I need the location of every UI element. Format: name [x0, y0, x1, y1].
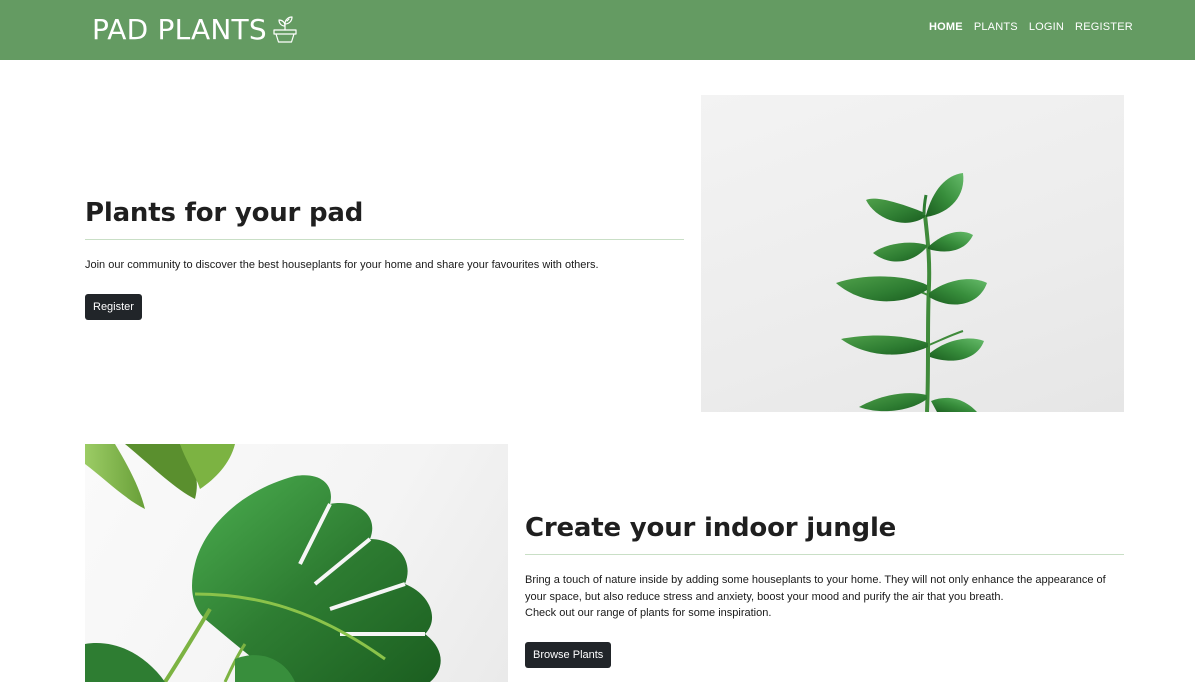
- hero-title: Plants for your pad: [85, 198, 364, 228]
- rubber-plant-photo: [701, 95, 1124, 412]
- navbar: PAD PLANTS HOME PLANTS LOGIN REGISTER: [0, 0, 1195, 60]
- nav-register[interactable]: REGISTER: [1075, 21, 1133, 33]
- register-button[interactable]: Register: [85, 293, 142, 320]
- nav-home[interactable]: HOME: [929, 21, 963, 33]
- jungle-text: Bring a touch of nature inside by adding…: [525, 572, 1124, 622]
- jungle-title: Create your indoor jungle: [525, 513, 897, 543]
- jungle-text-line: Check out our range of plants for some i…: [525, 607, 772, 619]
- brand-name: PAD PLANTS: [92, 12, 267, 46]
- nav-plants[interactable]: PLANTS: [974, 21, 1018, 33]
- jungle-divider: [525, 554, 1124, 555]
- potted-plant-icon: [272, 15, 298, 43]
- nav-login[interactable]: LOGIN: [1029, 21, 1064, 33]
- indoor-jungle-section: Create your indoor jungle Bring a touch …: [525, 510, 1124, 668]
- hero-section: Plants for your pad Join our community t…: [85, 195, 684, 320]
- jungle-text-line: your space, but also reduce stress and a…: [525, 590, 1004, 603]
- monstera-leaf-photo: [85, 444, 508, 682]
- hero-divider: [85, 239, 684, 240]
- browse-plants-button[interactable]: Browse Plants: [525, 641, 612, 668]
- jungle-text-line: Bring a touch of nature inside by adding…: [525, 574, 1106, 586]
- hero-text: Join our community to discover the best …: [85, 259, 599, 271]
- brand-link[interactable]: PAD PLANTS: [92, 12, 298, 46]
- main-nav: HOME PLANTS LOGIN REGISTER: [929, 21, 1144, 33]
